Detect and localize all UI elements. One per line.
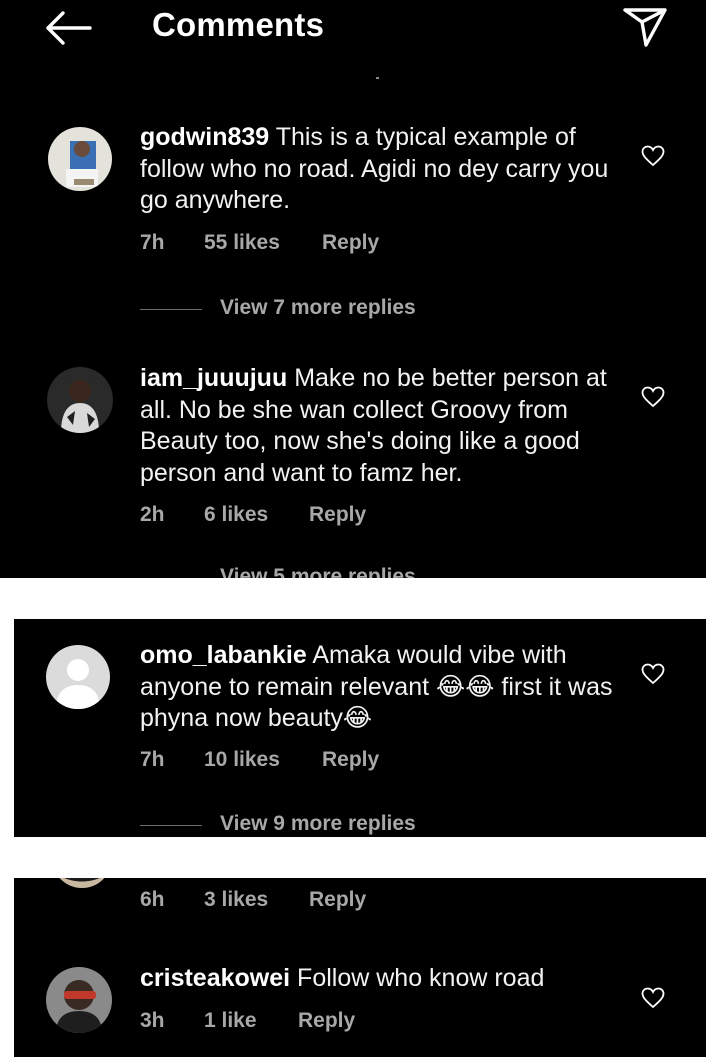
avatar[interactable] — [48, 127, 112, 191]
comment-time: 7h — [140, 231, 165, 254]
reply-button[interactable]: Reply — [309, 888, 366, 912]
arrow-left-icon — [46, 11, 92, 45]
comment-time: 3h — [140, 1009, 165, 1032]
comment-likes[interactable]: 10 likes — [204, 748, 280, 772]
view-replies-label: View 9 more replies — [220, 812, 416, 835]
avatar[interactable] — [46, 645, 110, 709]
header-bar: Comments — [0, 0, 706, 79]
comment-username[interactable]: godwin839 — [140, 123, 269, 151]
comment-username[interactable]: cristeakowei — [140, 964, 290, 992]
comments-panel-middle: omo_labankie Amaka would vibe with anyon… — [14, 619, 706, 837]
divider — [376, 77, 379, 79]
avatar[interactable] — [47, 367, 113, 433]
reply-button[interactable]: Reply — [298, 1009, 355, 1033]
comment-username[interactable]: omo_labankie — [140, 641, 307, 669]
comments-panel-top: Comments godwin839 This is a typical exa… — [0, 0, 706, 578]
heart-icon[interactable] — [641, 386, 665, 408]
reply-button[interactable]: Reply — [322, 748, 379, 772]
comment-likes[interactable]: 1 like — [204, 1009, 257, 1033]
heart-icon[interactable] — [641, 145, 665, 167]
avatar[interactable] — [52, 878, 112, 888]
replies-line — [140, 825, 202, 826]
reply-button[interactable]: Reply — [309, 503, 366, 527]
comments-panel-bottom: 6h 3 likes Reply cristeakowei Follow who… — [14, 878, 706, 1057]
comment-likes[interactable]: 55 likes — [204, 231, 280, 255]
comment-time: 6h — [140, 888, 165, 911]
share-button[interactable] — [622, 4, 668, 48]
reply-button[interactable]: Reply — [322, 231, 379, 255]
comment-time: 2h — [140, 503, 165, 526]
heart-icon[interactable] — [641, 663, 665, 685]
view-replies-label: View 5 more replies — [220, 565, 416, 578]
paper-plane-icon — [623, 8, 667, 47]
avatar[interactable] — [46, 967, 112, 1033]
comment-text: iam_juuujuu Make no be better person at … — [140, 363, 620, 489]
comment-likes[interactable]: 3 likes — [204, 888, 268, 912]
comment-text: omo_labankie Amaka would vibe with anyon… — [140, 640, 620, 735]
comment-text: godwin839 This is a typical example of f… — [140, 122, 620, 217]
back-button[interactable] — [44, 10, 94, 46]
view-replies-label: View 7 more replies — [220, 296, 416, 319]
comment-text: cristeakowei Follow who know road — [140, 963, 620, 995]
comment-body: Follow who know road — [297, 964, 545, 992]
page-title: Comments — [152, 6, 325, 43]
comment-username[interactable]: iam_juuujuu — [140, 364, 287, 392]
heart-icon[interactable] — [641, 987, 665, 1009]
comment-time: 7h — [140, 748, 165, 771]
comment-likes[interactable]: 6 likes — [204, 503, 268, 527]
default-avatar-icon — [46, 645, 110, 709]
replies-line — [140, 309, 202, 310]
